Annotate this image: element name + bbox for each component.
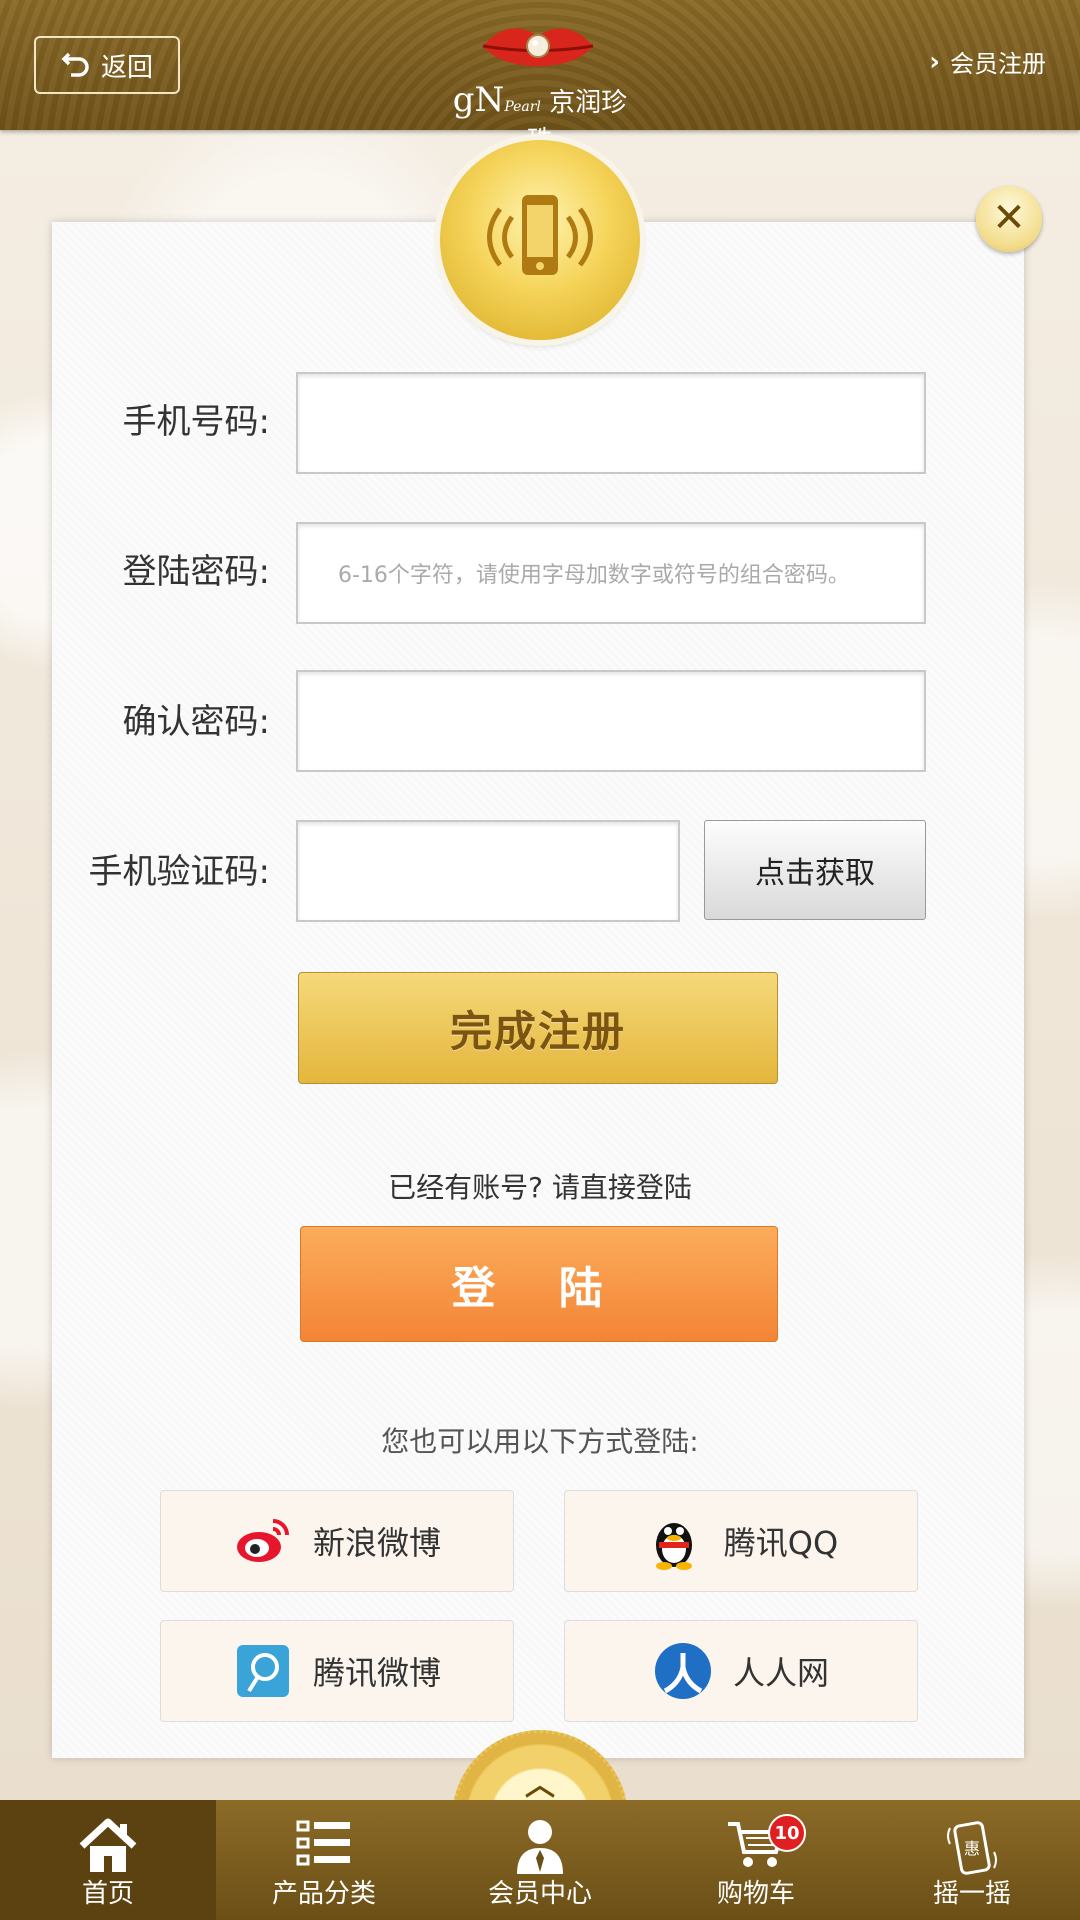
svg-text:惠: 惠 [964, 1839, 980, 1858]
user-icon [515, 1818, 565, 1881]
nav-home[interactable]: 首页 [0, 1800, 216, 1920]
tencent-weibo-icon [233, 1641, 293, 1701]
list-icon [296, 1818, 352, 1875]
qq-login-button[interactable]: 腾讯QQ [564, 1490, 918, 1592]
close-icon: ✕ [992, 195, 1026, 241]
renren-icon [653, 1641, 713, 1701]
sms-code-input[interactable] [296, 820, 680, 922]
qq-label: 腾讯QQ [723, 1524, 839, 1562]
brand-logo: gNPearl 京润珍珠 [440, 18, 640, 156]
nav-shake[interactable]: 惠 摇一摇 [864, 1800, 1080, 1920]
nav-member-center[interactable]: 会员中心 [432, 1800, 648, 1920]
password-input[interactable]: 6-16个字符，请使用字母加数字或符号的组合密码。 [296, 522, 926, 624]
confirm-password-input[interactable] [296, 670, 926, 772]
confirm-password-label: 确认密码: [122, 702, 270, 742]
back-arrow-icon [61, 50, 91, 80]
bottom-nav: 首页 产品分类 会员中心 10 购物车 惠 摇一摇 [0, 1800, 1080, 1920]
phone-signal-icon [487, 195, 593, 275]
chevron-right-icon: › [929, 46, 940, 77]
shake-phone-icon: 惠 [944, 1818, 1000, 1885]
home-icon [78, 1818, 138, 1881]
sina-weibo-icon [233, 1511, 293, 1571]
back-button[interactable]: 返回 [34, 36, 180, 94]
phone-badge [440, 140, 640, 340]
chevron-up-icon: ︿ [525, 1768, 555, 1803]
password-label: 登陆密码: [122, 552, 270, 592]
member-register-link[interactable]: › 会员注册 [929, 44, 1046, 79]
tencent-weibo-label: 腾讯微博 [312, 1654, 441, 1692]
get-code-button[interactable]: 点击获取 [704, 820, 926, 920]
phone-label: 手机号码: [122, 402, 270, 442]
tencent-weibo-login-button[interactable]: 腾讯微博 [160, 1620, 514, 1722]
app-header: 返回 gNPearl 京润珍珠 › 会员注册 [0, 0, 1080, 156]
nav-categories[interactable]: 产品分类 [216, 1800, 432, 1920]
sms-code-label: 手机验证码: [88, 852, 270, 892]
sina-weibo-label: 新浪微博 [312, 1524, 441, 1562]
close-button[interactable]: ✕ [976, 186, 1042, 252]
login-button[interactable]: 登 陆 [300, 1226, 778, 1342]
complete-register-button[interactable]: 完成注册 [298, 972, 778, 1084]
nav-cart[interactable]: 10 购物车 [648, 1800, 864, 1920]
back-label: 返回 [100, 52, 153, 83]
qq-icon [644, 1511, 704, 1571]
phone-input[interactable] [296, 372, 926, 474]
lips-pearl-icon [482, 28, 594, 67]
renren-label: 人人网 [732, 1654, 829, 1692]
cart-count-badge: 10 [768, 1814, 806, 1852]
renren-login-button[interactable]: 人人网 [564, 1620, 918, 1722]
alt-login-text: 您也可以用以下方式登陆: [381, 1425, 699, 1458]
has-account-text: 已经有账号? 请直接登陆 [388, 1171, 692, 1204]
sina-weibo-login-button[interactable]: 新浪微博 [160, 1490, 514, 1592]
